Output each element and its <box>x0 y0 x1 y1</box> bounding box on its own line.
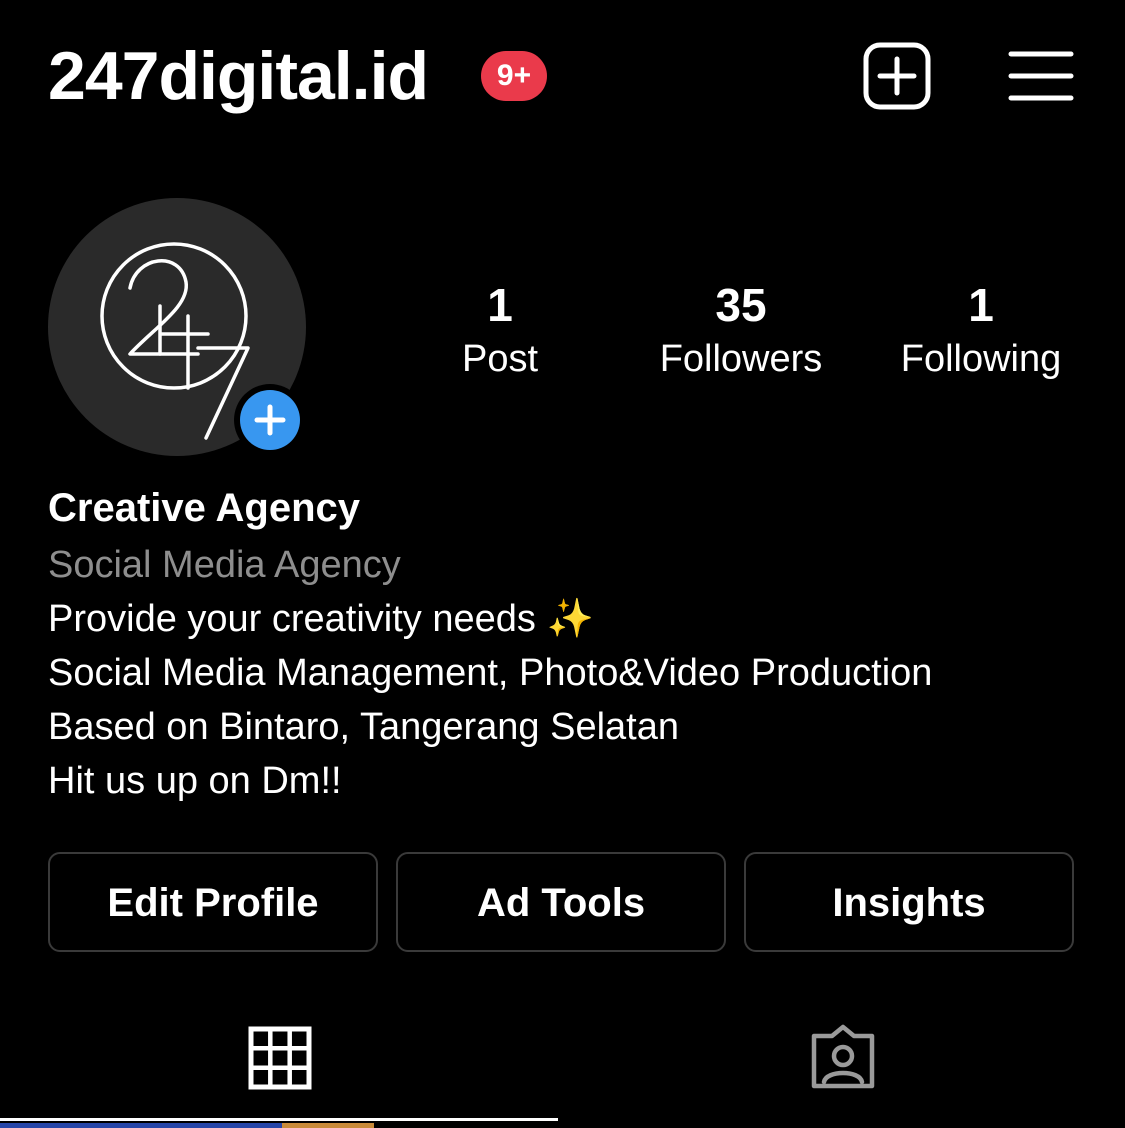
menu-button[interactable] <box>1008 48 1074 104</box>
hamburger-menu-icon <box>1008 51 1074 101</box>
add-story-button[interactable] <box>234 384 306 456</box>
edit-profile-button[interactable]: Edit Profile <box>48 852 378 952</box>
posts-label: Post <box>461 338 539 380</box>
grid-thumbnail-edge[interactable] <box>0 1123 282 1128</box>
grid-icon <box>248 1026 312 1090</box>
bio-section: Creative Agency Social Media Agency Prov… <box>48 482 1088 808</box>
profile-category: Social Media Agency <box>48 544 401 586</box>
plus-circle-bg <box>240 390 300 450</box>
stat-posts[interactable]: 1 Post <box>390 276 610 384</box>
following-label: Following <box>900 338 1062 380</box>
posts-count: 1 <box>487 279 513 331</box>
grid-thumbnail-edge[interactable] <box>282 1123 374 1128</box>
new-post-button[interactable] <box>863 42 931 110</box>
following-count: 1 <box>968 279 994 331</box>
stat-followers[interactable]: 35 Followers <box>631 276 851 384</box>
followers-label: Followers <box>659 338 823 380</box>
profile-page: 247digital.id 9+ 1 Post 35 Followers 1 F… <box>0 0 1125 1128</box>
bio-line: Hit us up on Dm!! <box>48 760 342 802</box>
ad-tools-button[interactable]: Ad Tools <box>396 852 726 952</box>
followers-count: 35 <box>715 279 767 331</box>
tagged-person-icon <box>811 1024 875 1089</box>
plus-circle-icon <box>254 404 286 436</box>
bio-line: Based on Bintaro, Tangerang Selatan <box>48 706 679 748</box>
bio-line: Provide your creativity needs ✨ <box>48 598 594 640</box>
profile-header: 247digital.id 9+ <box>0 0 1125 150</box>
tab-tagged[interactable] <box>562 1010 1120 1110</box>
tab-grid[interactable] <box>0 1010 558 1110</box>
profile-name: Creative Agency <box>48 486 360 530</box>
stat-following[interactable]: 1 Following <box>871 276 1091 384</box>
plus-square-icon <box>863 42 931 110</box>
username-title[interactable]: 247digital.id <box>48 36 429 116</box>
bio-line: Social Media Management, Photo&Video Pro… <box>48 652 933 694</box>
notification-badge[interactable]: 9+ <box>481 51 547 101</box>
insights-button[interactable]: Insights <box>744 852 1074 952</box>
active-tab-indicator <box>0 1118 558 1121</box>
